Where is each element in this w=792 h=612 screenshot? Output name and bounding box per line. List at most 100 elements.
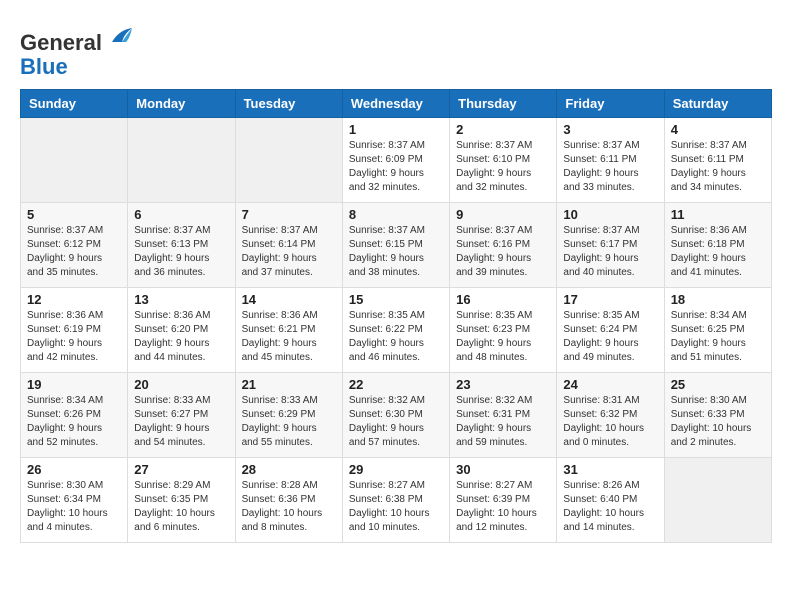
day-number: 10 [563, 207, 657, 222]
week-row-2: 5 Sunrise: 8:37 AM Sunset: 6:12 PM Daylig… [21, 203, 772, 288]
day-number: 24 [563, 377, 657, 392]
calendar-cell [235, 118, 342, 203]
calendar-cell: 5 Sunrise: 8:37 AM Sunset: 6:12 PM Daylig… [21, 203, 128, 288]
logo-text: General Blue [20, 20, 134, 79]
calendar-cell: 9Sunrise: 8:37 AM Sunset: 6:16 PM Daylig… [450, 203, 557, 288]
day-info: Sunrise: 8:31 AM Sunset: 6:32 PM Dayligh… [563, 394, 657, 450]
day-number: 18 [671, 292, 765, 307]
logo: General Blue [20, 20, 134, 79]
calendar-cell: 13 Sunrise: 8:36 AM Sunset: 6:20 PM Dayli… [128, 288, 235, 373]
weekday-header-saturday: Saturday [664, 90, 771, 118]
day-number: 16 [456, 292, 550, 307]
calendar-table: SundayMondayTuesdayWednesdayThursdayFrid… [20, 89, 772, 543]
calendar-cell [128, 118, 235, 203]
day-number: 30 [456, 462, 550, 477]
calendar-cell: 15 Sunrise: 8:35 AM Sunset: 6:22 PM Dayli… [342, 288, 449, 373]
day-number: 2 [456, 122, 550, 137]
day-info: Sunrise: 8:37 AM Sunset: 6:11 PM Dayligh… [563, 139, 657, 195]
day-info: Sunrise: 8:36 AM Sunset: 6:20 PM Dayligh… [134, 309, 228, 365]
day-number: 11 [671, 207, 765, 222]
logo-general: General [20, 30, 102, 55]
calendar-cell: 23 Sunrise: 8:32 AM Sunset: 6:31 PM Dayli… [450, 373, 557, 458]
day-info: Sunrise: 8:30 AM Sunset: 6:33 PM Dayligh… [671, 394, 765, 450]
day-number: 28 [242, 462, 336, 477]
calendar-cell: 25 Sunrise: 8:30 AM Sunset: 6:33 PM Dayli… [664, 373, 771, 458]
day-number: 22 [349, 377, 443, 392]
calendar-cell: 31 Sunrise: 8:26 AM Sunset: 6:40 PM Dayli… [557, 458, 664, 543]
day-info: Sunrise: 8:32 AM Sunset: 6:30 PM Dayligh… [349, 394, 443, 450]
day-info: Sunrise: 8:37 AM Sunset: 6:13 PM Dayligh… [134, 224, 228, 280]
day-number: 19 [27, 377, 121, 392]
day-info: Sunrise: 8:36 AM Sunset: 6:18 PM Dayligh… [671, 224, 765, 280]
calendar-cell: 11 Sunrise: 8:36 AM Sunset: 6:18 PM Dayli… [664, 203, 771, 288]
week-row-4: 19 Sunrise: 8:34 AM Sunset: 6:26 PM Dayli… [21, 373, 772, 458]
day-number: 17 [563, 292, 657, 307]
day-number: 8 [349, 207, 443, 222]
day-number: 7 [242, 207, 336, 222]
week-row-3: 12Sunrise: 8:36 AM Sunset: 6:19 PM Dayli… [21, 288, 772, 373]
calendar-cell: 26Sunrise: 8:30 AM Sunset: 6:34 PM Dayli… [21, 458, 128, 543]
calendar-cell: 30 Sunrise: 8:27 AM Sunset: 6:39 PM Dayli… [450, 458, 557, 543]
day-number: 25 [671, 377, 765, 392]
day-info: Sunrise: 8:33 AM Sunset: 6:29 PM Dayligh… [242, 394, 336, 450]
day-info: Sunrise: 8:36 AM Sunset: 6:19 PM Dayligh… [27, 309, 121, 365]
calendar-cell: 1 Sunrise: 8:37 AM Sunset: 6:09 PM Daylig… [342, 118, 449, 203]
day-number: 9 [456, 207, 550, 222]
day-info: Sunrise: 8:37 AM Sunset: 6:11 PM Dayligh… [671, 139, 765, 195]
calendar-cell: 20 Sunrise: 8:33 AM Sunset: 6:27 PM Dayli… [128, 373, 235, 458]
day-number: 27 [134, 462, 228, 477]
day-info: Sunrise: 8:35 AM Sunset: 6:24 PM Dayligh… [563, 309, 657, 365]
calendar-cell: 28 Sunrise: 8:28 AM Sunset: 6:36 PM Dayli… [235, 458, 342, 543]
calendar-cell [664, 458, 771, 543]
day-number: 23 [456, 377, 550, 392]
calendar-cell: 16 Sunrise: 8:35 AM Sunset: 6:23 PM Dayli… [450, 288, 557, 373]
day-number: 20 [134, 377, 228, 392]
weekday-header-friday: Friday [557, 90, 664, 118]
day-number: 14 [242, 292, 336, 307]
day-info: Sunrise: 8:33 AM Sunset: 6:27 PM Dayligh… [134, 394, 228, 450]
calendar-cell: 29 Sunrise: 8:27 AM Sunset: 6:38 PM Dayli… [342, 458, 449, 543]
page-header: General Blue [20, 20, 772, 79]
week-row-1: 1 Sunrise: 8:37 AM Sunset: 6:09 PM Daylig… [21, 118, 772, 203]
day-number: 29 [349, 462, 443, 477]
day-info: Sunrise: 8:30 AM Sunset: 6:34 PM Dayligh… [27, 479, 121, 535]
day-info: Sunrise: 8:37 AM Sunset: 6:12 PM Dayligh… [27, 224, 121, 280]
day-info: Sunrise: 8:27 AM Sunset: 6:39 PM Dayligh… [456, 479, 550, 535]
day-info: Sunrise: 8:32 AM Sunset: 6:31 PM Dayligh… [456, 394, 550, 450]
calendar-cell: 27 Sunrise: 8:29 AM Sunset: 6:35 PM Dayli… [128, 458, 235, 543]
calendar-cell: 8 Sunrise: 8:37 AM Sunset: 6:15 PM Daylig… [342, 203, 449, 288]
day-info: Sunrise: 8:35 AM Sunset: 6:22 PM Dayligh… [349, 309, 443, 365]
weekday-header-monday: Monday [128, 90, 235, 118]
day-info: Sunrise: 8:28 AM Sunset: 6:36 PM Dayligh… [242, 479, 336, 535]
weekday-header-thursday: Thursday [450, 90, 557, 118]
calendar-cell: 10 Sunrise: 8:37 AM Sunset: 6:17 PM Dayli… [557, 203, 664, 288]
day-info: Sunrise: 8:34 AM Sunset: 6:25 PM Dayligh… [671, 309, 765, 365]
day-number: 13 [134, 292, 228, 307]
day-info: Sunrise: 8:35 AM Sunset: 6:23 PM Dayligh… [456, 309, 550, 365]
day-number: 31 [563, 462, 657, 477]
day-number: 5 [27, 207, 121, 222]
day-number: 3 [563, 122, 657, 137]
day-info: Sunrise: 8:37 AM Sunset: 6:15 PM Dayligh… [349, 224, 443, 280]
weekday-header-wednesday: Wednesday [342, 90, 449, 118]
calendar-cell [21, 118, 128, 203]
day-info: Sunrise: 8:27 AM Sunset: 6:38 PM Dayligh… [349, 479, 443, 535]
weekday-header-sunday: Sunday [21, 90, 128, 118]
day-info: Sunrise: 8:34 AM Sunset: 6:26 PM Dayligh… [27, 394, 121, 450]
calendar-cell: 14Sunrise: 8:36 AM Sunset: 6:21 PM Dayli… [235, 288, 342, 373]
day-info: Sunrise: 8:37 AM Sunset: 6:17 PM Dayligh… [563, 224, 657, 280]
calendar-cell: 19 Sunrise: 8:34 AM Sunset: 6:26 PM Dayli… [21, 373, 128, 458]
day-info: Sunrise: 8:37 AM Sunset: 6:09 PM Dayligh… [349, 139, 443, 195]
day-number: 6 [134, 207, 228, 222]
calendar-cell: 4 Sunrise: 8:37 AM Sunset: 6:11 PM Daylig… [664, 118, 771, 203]
day-number: 15 [349, 292, 443, 307]
day-number: 4 [671, 122, 765, 137]
day-number: 21 [242, 377, 336, 392]
week-row-5: 26Sunrise: 8:30 AM Sunset: 6:34 PM Dayli… [21, 458, 772, 543]
calendar-cell: 24 Sunrise: 8:31 AM Sunset: 6:32 PM Dayli… [557, 373, 664, 458]
calendar-cell: 3 Sunrise: 8:37 AM Sunset: 6:11 PM Daylig… [557, 118, 664, 203]
day-number: 1 [349, 122, 443, 137]
day-info: Sunrise: 8:37 AM Sunset: 6:14 PM Dayligh… [242, 224, 336, 280]
day-info: Sunrise: 8:26 AM Sunset: 6:40 PM Dayligh… [563, 479, 657, 535]
day-info: Sunrise: 8:29 AM Sunset: 6:35 PM Dayligh… [134, 479, 228, 535]
